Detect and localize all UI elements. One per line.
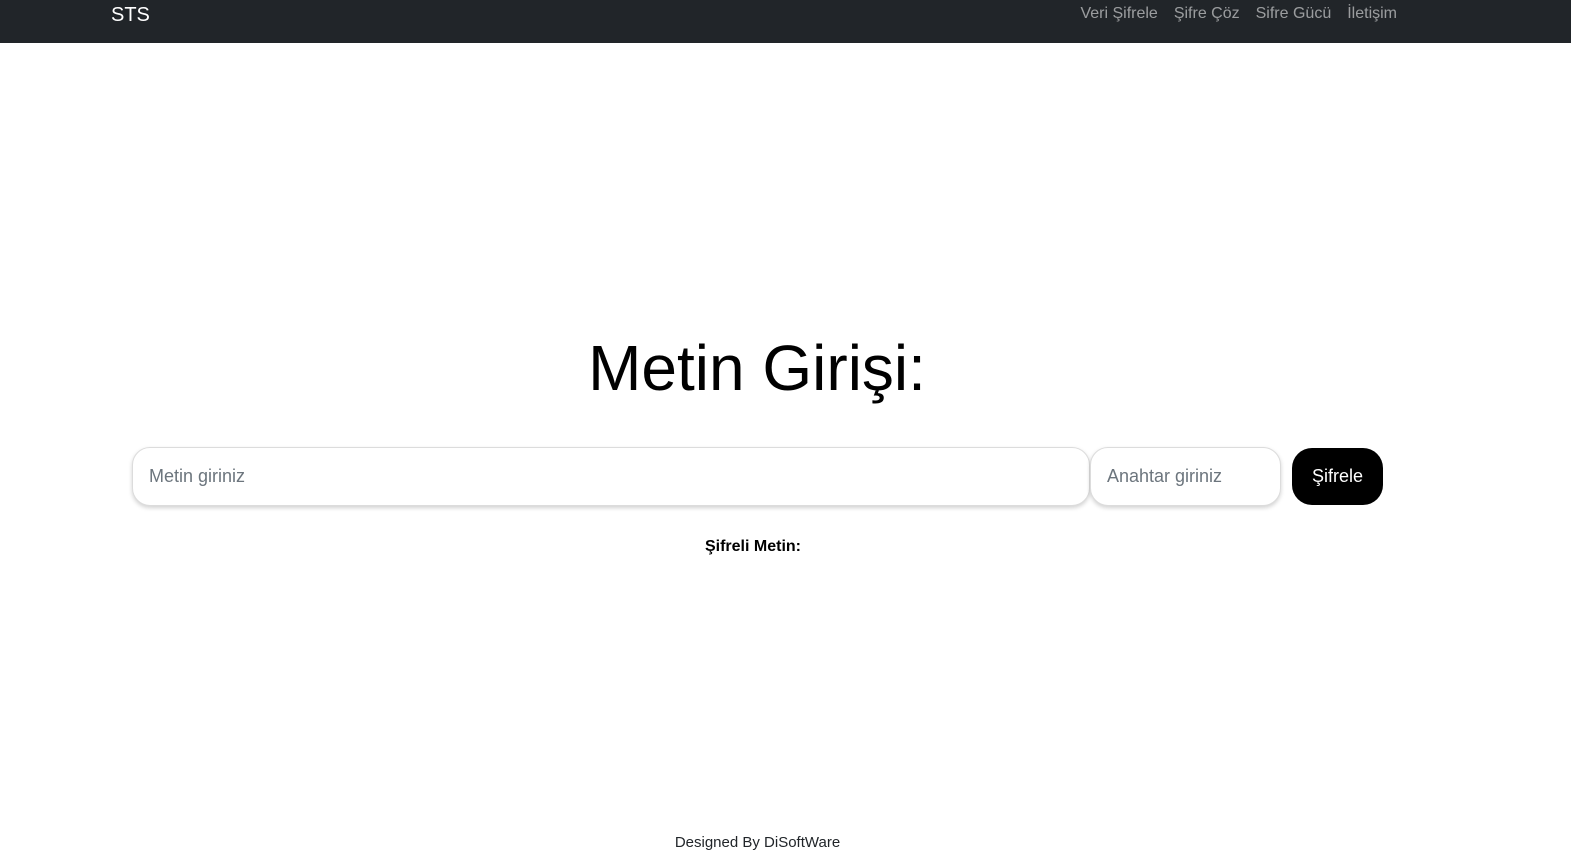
nav-links: Veri Şifrele Şifre Çöz Sifre Gücü İletiş… — [1080, 5, 1397, 23]
encrypt-button[interactable]: Şifrele — [1292, 448, 1383, 505]
nav-link-decrypt[interactable]: Şifre Çöz — [1174, 5, 1240, 23]
text-input[interactable] — [132, 447, 1090, 506]
brand-logo[interactable]: STS — [111, 4, 150, 26]
nav-link-contact[interactable]: İletişim — [1347, 5, 1397, 23]
nav-link-password-strength[interactable]: Sifre Gücü — [1256, 5, 1332, 23]
top-navbar: STS Veri Şifrele Şifre Çöz Sifre Gücü İl… — [0, 0, 1571, 43]
encrypted-text-label: Şifreli Metin: — [704, 538, 801, 555]
nav-link-encrypt[interactable]: Veri Şifrele — [1080, 5, 1157, 23]
page-title: Metin Girişi: — [588, 332, 926, 404]
footer-credit: Designed By DiSoftWare — [674, 834, 841, 851]
key-input[interactable] — [1090, 447, 1281, 506]
